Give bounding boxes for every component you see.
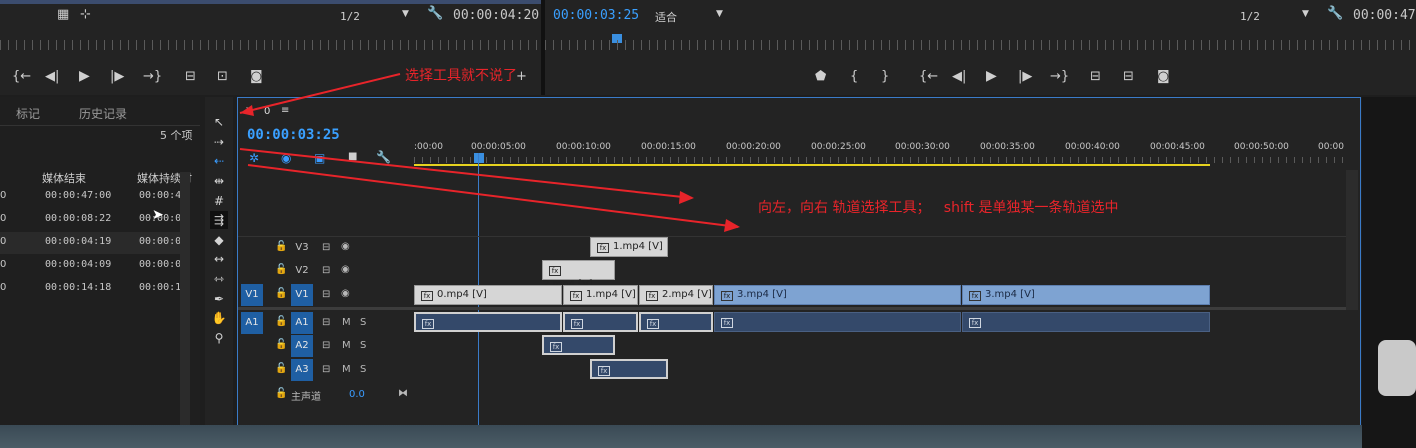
annotation-selection-tool: 选择工具就不说了 [405,68,517,84]
annotation-track-select: 向左，向右 轨道选择工具； shift 是单独某一条轨道选中 [758,200,1119,216]
annotation-arrows [239,73,740,232]
